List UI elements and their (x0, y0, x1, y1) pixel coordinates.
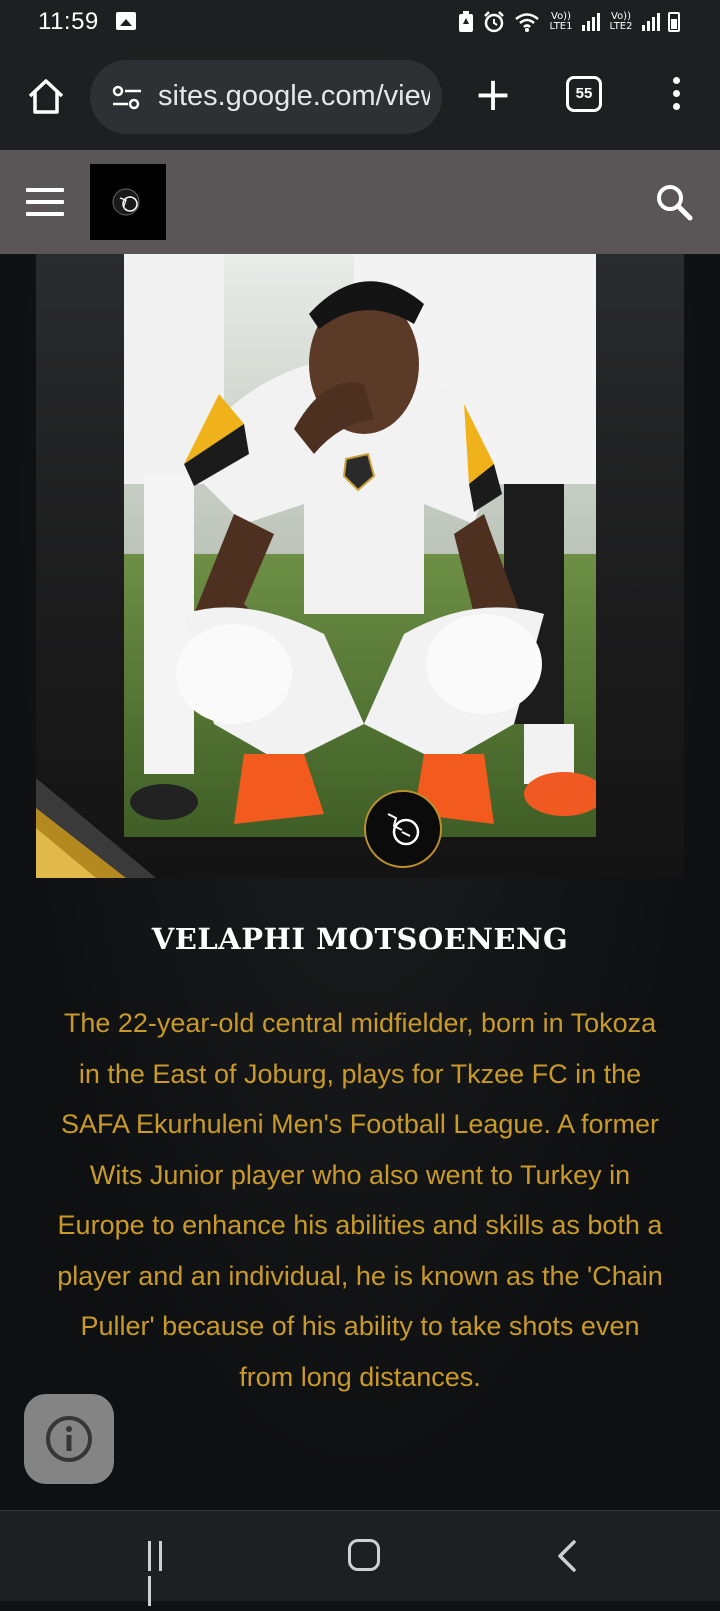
menu-icon[interactable] (26, 188, 64, 216)
player-name-heading: VELAPHI MOTSOENENG (151, 922, 569, 956)
recents-icon[interactable] (148, 1541, 178, 1606)
signal-icon (582, 13, 600, 31)
tabs-icon[interactable]: 55 (566, 76, 602, 112)
logo-icon[interactable] (90, 164, 166, 240)
search-icon[interactable] (654, 182, 694, 222)
sim1-label: Vo)) LTE1 (549, 11, 573, 32)
player-photo (124, 254, 596, 837)
player-photo-card (36, 254, 684, 878)
battery-saver-icon (459, 11, 473, 32)
battery-icon (668, 12, 680, 32)
more-vert-icon[interactable] (664, 74, 688, 118)
status-bar: 11:59 Vo)) LTE1 Vo)) LTE2 (0, 0, 720, 44)
club-badge-icon (364, 790, 442, 868)
browser-toolbar: sites.google.com/view + 55 (0, 44, 720, 150)
info-icon (46, 1416, 92, 1462)
status-time: 11:59 (38, 8, 99, 35)
home-icon[interactable] (24, 74, 68, 118)
address-bar[interactable]: sites.google.com/view (90, 60, 442, 134)
plus-icon[interactable]: + (470, 71, 516, 118)
sim2-label: Vo)) LTE2 (609, 11, 633, 32)
status-icons: Vo)) LTE1 Vo)) LTE2 (458, 8, 680, 36)
info-button[interactable] (24, 1394, 114, 1484)
image-icon (116, 12, 136, 30)
page-content: VELAPHI MOTSOENENG The 22-year-old centr… (0, 254, 720, 1510)
site-header (0, 150, 720, 254)
signal-icon-2 (642, 13, 660, 31)
wifi-icon (515, 13, 539, 32)
site-settings-icon[interactable] (112, 84, 142, 112)
back-icon[interactable] (552, 1539, 582, 1573)
alarm-icon (484, 11, 504, 33)
home-nav-icon[interactable] (348, 1539, 380, 1571)
url-text[interactable]: sites.google.com/view (158, 80, 430, 113)
system-nav-bar (0, 1510, 720, 1606)
player-bio-text: The 22-year-old central midfielder, born… (57, 1008, 663, 1392)
